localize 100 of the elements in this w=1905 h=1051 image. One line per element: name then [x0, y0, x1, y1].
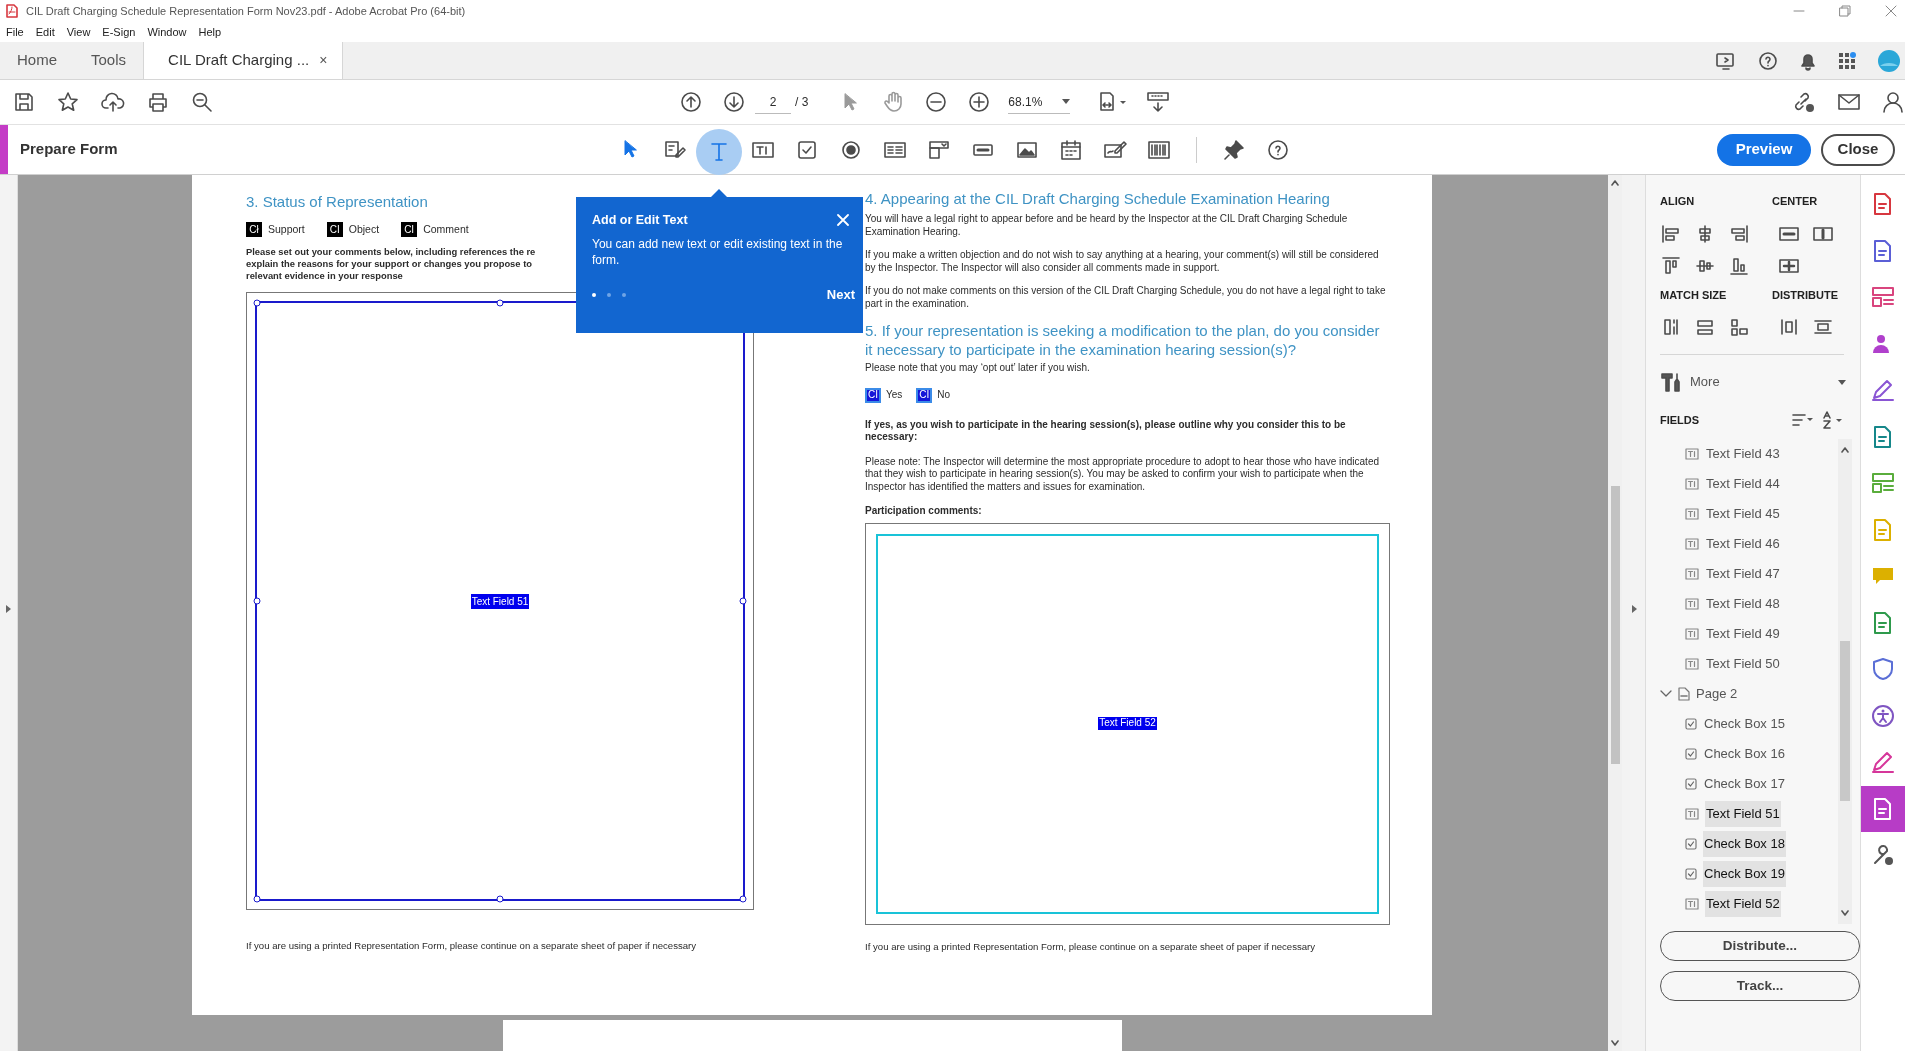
scroll-thumb[interactable]: [1610, 486, 1620, 764]
print-icon[interactable]: [147, 91, 169, 113]
page-up-icon[interactable]: [680, 91, 702, 113]
menu-item[interactable]: E-Sign: [102, 23, 136, 41]
chevron-down-icon[interactable]: [1660, 690, 1672, 698]
zoom-minus-icon[interactable]: [925, 91, 948, 113]
field-list-item[interactable]: Text Field 52: [1705, 891, 1781, 917]
align-top-icon[interactable]: [1660, 254, 1682, 277]
checkbox[interactable]: CI: [326, 221, 343, 237]
scroll-mode-icon[interactable]: [1146, 91, 1171, 113]
cloud-upload-icon[interactable]: [101, 91, 125, 113]
field-list-item[interactable]: Check Box 18: [1703, 831, 1786, 857]
sort-order-icon[interactable]: [1792, 413, 1814, 427]
tab[interactable]: Tools: [74, 42, 144, 79]
more-dropdown[interactable]: More: [1690, 372, 1838, 392]
expand-panel-icon[interactable]: [4, 604, 12, 614]
save-icon[interactable]: [13, 91, 35, 113]
scrollbar[interactable]: [1608, 175, 1622, 1051]
field-list-item[interactable]: Text Field 48: [1705, 591, 1781, 617]
pdf-file-icon: [6, 4, 18, 18]
field-list-item[interactable]: Text Field 46: [1705, 531, 1781, 557]
text-field-icon: [1685, 448, 1699, 460]
checkbox-icon: [1685, 718, 1697, 730]
scrollbar[interactable]: [1838, 439, 1852, 924]
restore-icon[interactable]: [1839, 5, 1851, 17]
preview-button[interactable]: Preview: [1717, 133, 1811, 166]
sort-alpha-icon[interactable]: [1822, 411, 1844, 429]
page-down-icon[interactable]: [723, 91, 745, 113]
caret-icon[interactable]: [1838, 379, 1846, 385]
distribute-horizontal-icon[interactable]: [1778, 316, 1800, 338]
pointer-icon[interactable]: [842, 92, 859, 112]
match-both-icon[interactable]: [1728, 316, 1750, 338]
field-list-item[interactable]: Check Box 19: [1703, 861, 1786, 887]
tools-icon[interactable]: [1660, 371, 1682, 393]
menu-item[interactable]: File: [6, 23, 24, 41]
resize-handle[interactable]: [496, 299, 504, 307]
zoom-dropdown[interactable]: 68.1%: [1008, 90, 1071, 114]
tab[interactable]: CIL Draft Charging ... ×: [143, 42, 344, 79]
field-list-item[interactable]: Text Field 44: [1705, 471, 1781, 497]
zoom-plus-icon[interactable]: [968, 91, 991, 113]
close-icon[interactable]: [1885, 5, 1897, 17]
option-label: Yes: [886, 388, 903, 402]
account-icon[interactable]: [1883, 91, 1903, 113]
field-list-item[interactable]: Text Field 47: [1705, 561, 1781, 587]
resize-handle[interactable]: [739, 597, 747, 605]
field-list-item[interactable]: Check Box 16: [1703, 741, 1786, 767]
menu-item[interactable]: Window: [147, 23, 187, 41]
apps-grid-icon[interactable]: [1838, 51, 1856, 70]
star-icon[interactable]: [57, 91, 79, 113]
checkbox[interactable]: CI: [916, 387, 933, 403]
field-list-item[interactable]: Text Field 50: [1705, 651, 1781, 677]
resize-handle[interactable]: [253, 597, 261, 605]
resize-handle[interactable]: [739, 895, 747, 903]
field-list-item[interactable]: Check Box 15: [1703, 711, 1786, 737]
option-label: Object: [348, 221, 380, 237]
zoom-out-icon[interactable]: [191, 91, 213, 113]
menu-item[interactable]: Edit: [35, 23, 55, 41]
checkbox-icon: [1685, 778, 1697, 790]
text-field-icon: [1685, 658, 1699, 670]
scroll-up-icon[interactable]: [1611, 180, 1619, 186]
field-list-item[interactable]: Text Field 45: [1705, 501, 1781, 527]
next-button[interactable]: Next: [826, 284, 855, 305]
text-field-icon: [1685, 478, 1699, 490]
page-number-field[interactable]: 2: [755, 90, 791, 114]
page-list-item[interactable]: Page 2: [1696, 684, 1738, 704]
fit-page-icon[interactable]: [1098, 91, 1129, 113]
resize-handle[interactable]: [253, 299, 261, 307]
field-list-item[interactable]: Check Box 17: [1703, 771, 1786, 797]
checkbox[interactable]: Cł: [246, 221, 262, 237]
tab-close-button[interactable]: ×: [319, 50, 328, 71]
align-right-icon[interactable]: [1728, 222, 1750, 245]
text-field-icon: [1685, 538, 1699, 550]
scroll-down-icon[interactable]: [1611, 1040, 1619, 1046]
field-list-item[interactable]: Text Field 43: [1705, 441, 1781, 467]
scroll-thumb[interactable]: [1840, 641, 1850, 801]
accent-bar: [0, 125, 8, 174]
scroll-up-icon[interactable]: [1841, 447, 1849, 453]
scroll-down-icon[interactable]: [1841, 910, 1849, 916]
menu-item[interactable]: Help: [198, 23, 222, 41]
question-text: If yes, as you wish to participate in the hearing session(s), please outline why you consider this to be necessary:: [865, 418, 1347, 444]
checkbox-icon: [1685, 838, 1697, 850]
close-button[interactable]: Close: [1821, 133, 1895, 166]
option-label: No: [937, 388, 951, 402]
popover-text: You can add new text or edit existing text in the form.: [592, 235, 844, 269]
hand-icon[interactable]: [882, 91, 905, 113]
align-left-icon[interactable]: [1660, 222, 1682, 245]
screen-share-icon[interactable]: [1715, 50, 1737, 71]
resize-handle[interactable]: [496, 895, 504, 903]
checkbox[interactable]: CI: [401, 221, 418, 237]
option-label: Support: [268, 221, 305, 237]
checkbox[interactable]: CI: [865, 387, 881, 403]
menu-item[interactable]: View: [66, 23, 91, 41]
body-text: If you make a written objection and do not wish to say anything at a hearing, your comment(s) will still be considered by the Inspector. The Inspector will also consider all comments made in support.: [865, 249, 1380, 274]
tab[interactable]: Home: [0, 42, 74, 79]
expand-panel-icon[interactable]: [1629, 604, 1638, 614]
field-list-item[interactable]: Text Field 49: [1705, 621, 1781, 647]
resize-handle[interactable]: [253, 895, 261, 903]
mail-icon[interactable]: [1837, 92, 1861, 112]
field-list-item[interactable]: Text Field 51: [1705, 801, 1781, 827]
help-icon[interactable]: [1758, 50, 1778, 71]
